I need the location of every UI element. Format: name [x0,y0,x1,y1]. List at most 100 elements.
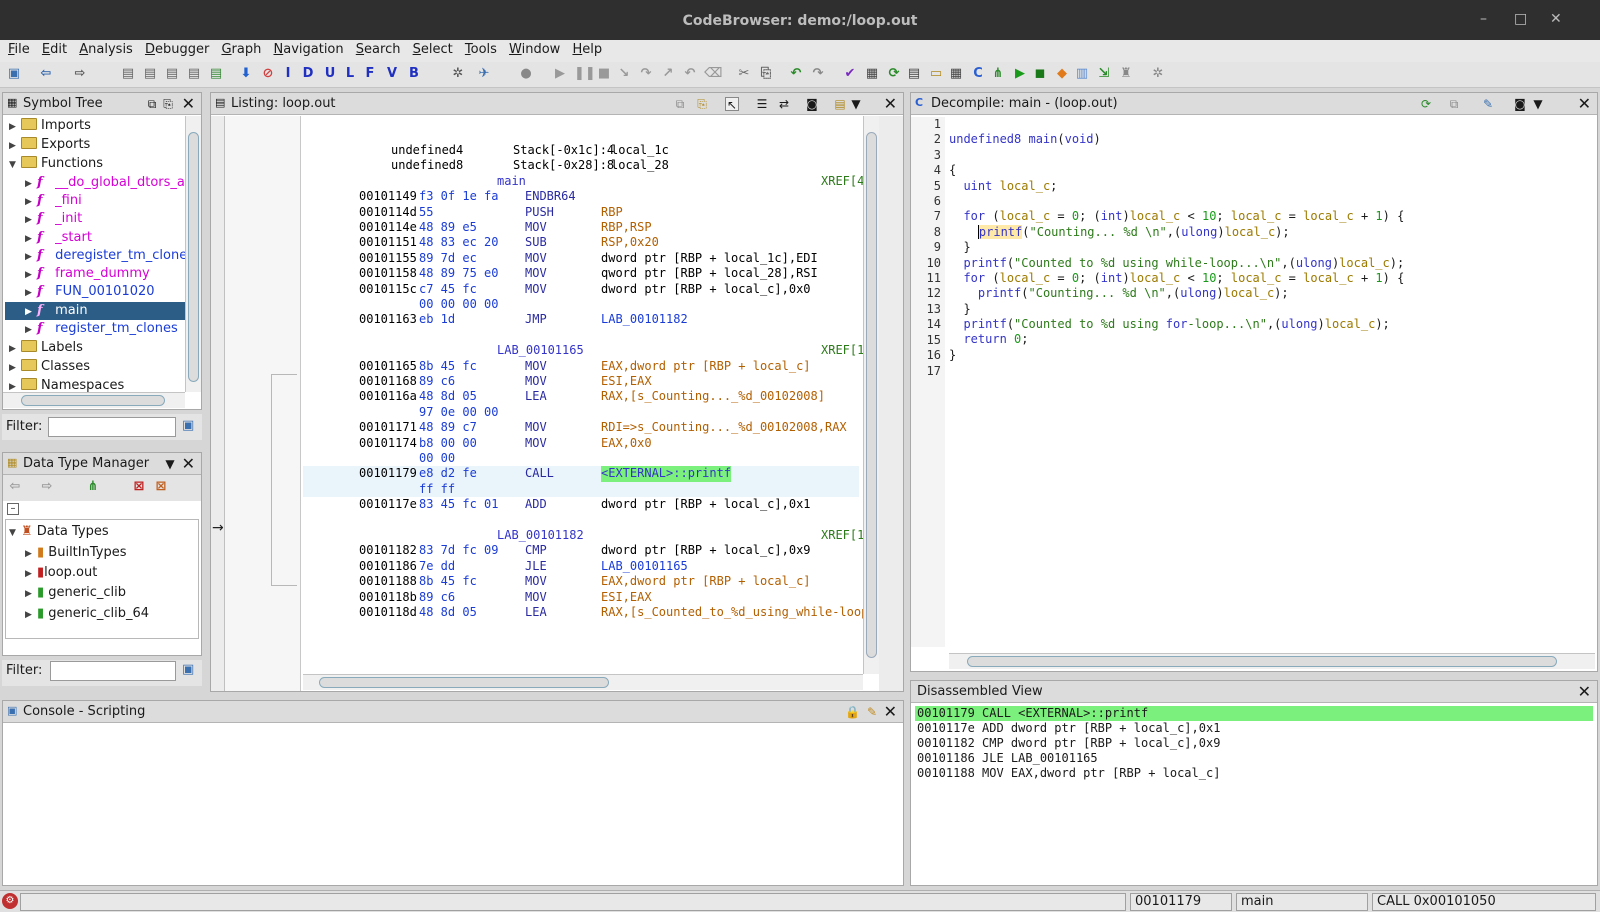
nav-byte-b-icon[interactable]: B [406,66,422,82]
tree-fn-do-global-dtors[interactable]: ▶ f __do_global_dtors_a [25,174,185,192]
instruction-bytes[interactable]: 00 00 00 00 [419,297,498,312]
help-search-icon[interactable]: ✲ [1150,66,1166,82]
instruction-address[interactable]: 00101182 [359,543,417,558]
dtm-filter-arrays-icon[interactable]: ⊠ [153,479,169,495]
listing-instruction[interactable]: 00101171 48 89 c7 MOV RDI=>s_Counting..._%d… [303,420,859,435]
listing-byte-continuation[interactable]: 00 00 [303,451,859,466]
instruction-address[interactable]: 00101168 [359,374,417,389]
instruction-bytes[interactable]: 89 7d ec [419,251,477,266]
instruction-mnemonic[interactable]: LEA [525,389,547,404]
menu-select[interactable]: Select [413,40,453,57]
decompile-line[interactable]: } [949,302,1583,317]
code-label[interactable]: LAB_00101165 [497,343,584,358]
instruction-mnemonic[interactable]: MOV [525,251,547,266]
show-diff-icon[interactable]: ⇄ [777,97,791,111]
instruction-bytes[interactable]: ff ff [419,482,455,497]
instruction-address[interactable]: 00101186 [359,559,417,574]
decompile-line[interactable]: printf("Counted to %d using for-loop...\… [949,317,1583,332]
instruction-mnemonic[interactable]: MOV [525,590,547,605]
instruction-address[interactable]: 00101155 [359,251,417,266]
instruction-operand[interactable]: RAX,[s_Counted_to_%d_using_while-loop. [601,605,863,620]
instruction-address[interactable]: 00101188 [359,574,417,589]
instruction-operand[interactable]: <EXTERNAL>::printf [601,466,732,482]
instruction-mnemonic[interactable]: ADD [525,497,547,512]
decompile-line[interactable]: } [949,348,1583,363]
instruction-bytes[interactable]: e8 d2 fe [419,466,477,481]
tree-fn-frame-dummy[interactable]: ▶ f frame_dummy [25,265,150,283]
listing-instruction[interactable]: 00101168 89 c6 MOV ESI,EAX [303,374,859,389]
var-location[interactable]: Stack[-0x1c]:4 [513,143,614,158]
instruction-operand[interactable]: RAX,[s_Counting..._%d_00102008] [601,389,825,404]
tree-fn-deregister[interactable]: ▶ f deregister_tm_clone [25,247,187,265]
copy-icon[interactable]: ⧉ [673,97,687,111]
tree-fn-init[interactable]: ▶ f _init [25,210,82,228]
decompile-line[interactable]: uint local_c; [949,179,1583,194]
instruction-mnemonic[interactable]: ENDBR64 [525,189,576,204]
instruction-mnemonic[interactable]: JMP [525,312,547,327]
decompile-line[interactable]: printf("Counted to %d using while-loop..… [949,256,1583,271]
instruction-operand[interactable]: RBP,RSP [601,220,652,235]
toggle-header-icon[interactable]: ▤ [833,97,847,111]
tree-fn-register[interactable]: ▶ f register_tm_clones [25,320,178,338]
symbol-references-icon[interactable]: ♜ [1118,66,1134,82]
listing-instruction[interactable]: 0010116a 48 8d 05 LEA RAX,[s_Counting..._%d… [303,389,859,404]
debug-resume-icon[interactable]: ▶ [552,66,568,82]
debug-pause-icon[interactable]: ❚❚ [574,66,596,82]
hex-icon[interactable]: ▦ [864,66,880,82]
var-type[interactable]: undefined4 [391,143,463,158]
instruction-mnemonic[interactable]: MOV [525,436,547,451]
instruction-bytes[interactable]: 8b 45 fc [419,359,477,374]
dtm-loop-out[interactable]: ▶ ▮loop.out [25,564,97,582]
listing-instruction[interactable]: 0010117e 83 45 fc 01 ADD dword ptr [RBP + l… [303,497,859,512]
decompile-line[interactable] [949,194,1583,209]
instruction-address[interactable]: 0010114e [359,220,417,235]
disassembled-line[interactable]: 00101188 MOV EAX,dword ptr [RBP + local_… [917,766,1220,781]
decompile-line[interactable]: printf("Counting... %d \n",(ulong)local_… [949,286,1583,301]
instruction-mnemonic[interactable]: MOV [525,374,547,389]
listing-hscroll[interactable] [303,674,863,690]
folder-open-icon[interactable]: ▭ [928,66,944,82]
undo-icon[interactable]: ↶ [788,66,804,82]
instruction-address[interactable]: 00101171 [359,420,417,435]
listing-vscroll-thumb[interactable] [866,132,877,658]
disassembled-line[interactable]: 0010117e ADD dword ptr [RBP + local_c],0… [917,721,1220,736]
instruction-operand[interactable]: RBP [601,205,623,220]
tree-classes[interactable]: ▶ Classes [9,358,90,376]
decompile-hscroll[interactable] [949,653,1595,669]
instruction-operand[interactable]: dword ptr [RBP + local_c],0x1 [601,497,811,512]
nav-undefined-icon[interactable]: ▤ [164,66,180,82]
menu-window[interactable]: Window [509,40,560,57]
listing-stack-var[interactable]: undefined8 Stack[-0x28]:8 local_28 [303,158,859,173]
instruction-mnemonic[interactable]: MOV [525,220,547,235]
menu-debugger[interactable]: Debugger [145,40,209,57]
xref-label[interactable]: XREF[4 [821,174,863,189]
maximize-button[interactable]: □ [1514,11,1527,27]
decompile-line[interactable]: printf("Counting... %d \n",(ulong)local_… [949,224,1583,240]
instruction-mnemonic[interactable]: LEA [525,605,547,620]
listing-instruction[interactable]: 0010118b 89 c6 MOV ESI,EAX [303,590,859,605]
instruction-bytes[interactable]: 83 7d fc 09 [419,543,498,558]
menu-help[interactable]: Help [572,40,602,57]
listing-instruction[interactable]: 00101149 f3 0f 1e fa ENDBR64 [303,189,859,204]
minimize-button[interactable]: – [1480,11,1487,27]
xref-label[interactable]: XREF[1 [821,343,863,358]
symbol-filter-input[interactable] [48,417,176,437]
decompile-hscroll-thumb[interactable] [967,656,1557,667]
listing-instruction[interactable]: 00101182 83 7d fc 09 CMP dword ptr [RBP + l… [303,543,859,558]
listing-instruction[interactable]: 0010115c c7 45 fc MOV dword ptr [RBP + loca… [303,282,859,297]
instruction-operand[interactable]: LAB_00101182 [601,312,688,327]
instruction-address[interactable]: 00101179 [359,466,417,481]
nav-bookmark-icon[interactable]: ⊘ [260,66,276,82]
listing-instruction[interactable]: 00101165 8b 45 fc MOV EAX,dword ptr [RBP + … [303,359,859,374]
menu-search[interactable]: Search [356,40,401,57]
tree-fn-main[interactable]: ▶ f main [5,302,185,320]
dtm-archive-icon[interactable]: ⋔ [85,479,101,495]
instruction-address[interactable]: 0010116a [359,389,417,404]
listing-instruction[interactable]: 0010118d 48 8d 05 LEA RAX,[s_Counted_to_%d_… [303,605,863,620]
instruction-operand[interactable]: LAB_00101165 [601,559,688,574]
var-name[interactable]: local_28 [611,158,669,173]
clear-console-icon[interactable]: ✎ [865,705,879,719]
listing-byte-continuation[interactable]: 00 00 00 00 [303,297,859,312]
symbol-tree-vscroll-thumb[interactable] [188,132,199,382]
overview-bar[interactable] [879,116,903,691]
